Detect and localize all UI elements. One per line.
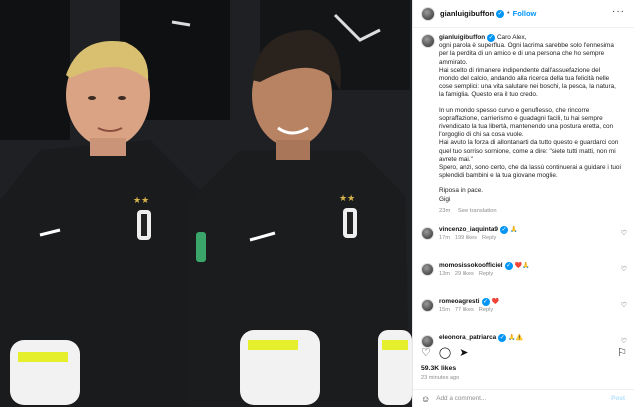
goalkeepers-photo: ★★ ★★ [0, 0, 412, 407]
like-comment-icon[interactable]: ♡ [621, 301, 627, 309]
verified-badge-icon: ✓ [499, 226, 508, 234]
like-comment-icon[interactable]: ♡ [621, 265, 627, 273]
commenter-username[interactable]: eleonora_patriarca [439, 334, 496, 341]
comment-likes[interactable]: 199 likes [455, 235, 477, 241]
comment-text: ❤️🙏 [514, 263, 530, 269]
comment-text: 🙏⚠️ [508, 335, 524, 341]
commenter-avatar[interactable] [421, 299, 434, 312]
comment-text: 🙏 [509, 227, 518, 233]
caption-body: gianluigibuffon ✓ Caro Alex, ogni parola … [439, 34, 621, 215]
commenter-avatar[interactable] [421, 227, 434, 240]
caption-username[interactable]: gianluigibuffon [439, 34, 485, 41]
caption-line: In un mondo spesso curvo e genuflesso, c… [439, 106, 614, 139]
like-heart-icon[interactable]: ♡ [421, 347, 431, 359]
caption-line: Gigi [439, 195, 451, 203]
caption-line: Hai scelto di rimanere indipendente dall… [439, 66, 616, 99]
comments-list: vincenzo_iaquinta9 ✓ 🙏 17m 199 likes Reply ♡… [421, 226, 629, 358]
author-username[interactable]: gianluigibuffon [440, 9, 494, 18]
caption: gianluigibuffon ✓ Caro Alex, ogni parola … [421, 34, 626, 215]
reply-button[interactable]: Reply [482, 235, 496, 241]
verified-badge-icon: ✓ [481, 298, 490, 306]
comment-likes[interactable]: 77 likes [455, 307, 474, 313]
see-translation-link[interactable]: See translation [458, 208, 497, 214]
bookmark-icon[interactable]: ⚐ [617, 346, 627, 359]
caption-avatar[interactable] [421, 34, 435, 48]
like-comment-icon[interactable]: ♡ [621, 229, 627, 237]
caption-line: ogni parola è superflua. Ogni lacrima sa… [439, 42, 614, 66]
share-plane-icon[interactable]: ➤ [459, 347, 468, 359]
emoji-picker-icon[interactable]: ☺ [421, 394, 430, 404]
add-comment-bar: ☺ Add a comment... Post [413, 389, 634, 407]
caption-line: Spero, anzi, sono certo, che da lassù co… [439, 164, 621, 180]
likes-count[interactable]: 59.3K likes [421, 365, 456, 372]
comment-age: 13m [439, 271, 450, 277]
comment-item: romeoagresti ✓ ❤️ 15m 77 likes Reply ♡ [421, 298, 629, 320]
caption-line: Riposa in pace. [439, 187, 484, 195]
follow-button[interactable]: Follow [513, 9, 537, 18]
post-comment-button[interactable]: Post [611, 395, 625, 402]
verified-badge-icon: ✓ [504, 262, 513, 270]
reply-button[interactable]: Reply [479, 271, 493, 277]
caption-meta: 23m See translation [439, 207, 621, 215]
comment-item: eleonora_patriarca ✓ 🙏⚠️ ♡ [421, 334, 629, 348]
commenter-username[interactable]: romeoagresti [439, 298, 480, 305]
add-comment-input[interactable]: Add a comment... [436, 395, 486, 402]
comment-likes[interactable]: 29 likes [455, 271, 474, 277]
commenter-username[interactable]: momosissokoofficiel [439, 262, 503, 269]
post-time-ago: 23 minutes ago [421, 375, 460, 381]
separator-dot: • [507, 10, 510, 17]
comment-age: 15m [439, 307, 450, 313]
verified-badge-icon: ✓ [496, 9, 505, 18]
comment-text: ❤️ [491, 299, 499, 305]
comment-bubble-icon[interactable]: ◯ [439, 347, 451, 359]
post-photo: ★★ ★★ [0, 0, 412, 407]
post-side-panel: gianluigibuffon ✓ • Follow ··· gianluigi… [412, 0, 634, 407]
caption-line: Hai avuto la forza di allontanarti da tu… [439, 139, 619, 163]
caption-age: 23m [439, 207, 451, 214]
verified-badge-icon: ✓ [487, 34, 496, 42]
caption-line: Caro Alex, [496, 34, 527, 41]
more-options-icon[interactable]: ··· [612, 7, 625, 17]
author-avatar[interactable] [421, 6, 435, 21]
reply-button[interactable]: Reply [479, 307, 493, 313]
svg-text:★★: ★★ [339, 194, 355, 204]
comment-item: momosissokoofficiel ✓ ❤️🙏 13m 29 likes Reply… [421, 262, 629, 284]
post-header: gianluigibuffon ✓ • Follow ··· [413, 0, 634, 28]
svg-text:★★: ★★ [133, 196, 149, 206]
comment-item: vincenzo_iaquinta9 ✓ 🙏 17m 199 likes Reply ♡ [421, 226, 629, 248]
verified-badge-icon: ✓ [498, 334, 507, 342]
commenter-username[interactable]: vincenzo_iaquinta9 [439, 226, 498, 233]
like-comment-icon[interactable]: ♡ [621, 337, 627, 345]
post-actions: ♡ ◯ ➤ ⚐ [421, 346, 629, 360]
comment-age: 17m [439, 235, 450, 241]
commenter-avatar[interactable] [421, 263, 434, 276]
